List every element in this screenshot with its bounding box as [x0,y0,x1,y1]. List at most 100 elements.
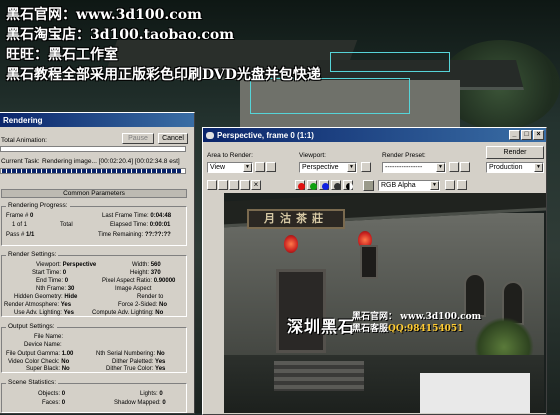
device-name-label: Device Name: [24,342,62,348]
render-frame-titlebar[interactable]: Perspective, frame 0 (1:1) _ □ × [203,128,546,142]
cancel-button[interactable]: Cancel [158,133,188,144]
toggle-ui-icon[interactable] [457,180,467,190]
progress-block [152,169,156,173]
progress-block [112,169,116,173]
display-icon[interactable] [445,180,455,190]
nth-frame-setting: Nth Frame: 30 [36,286,75,292]
channel-select[interactable]: RGB Alpha ▼ [378,180,440,191]
alpha-channel-icon [334,183,341,190]
progress-block [27,169,31,173]
blue-channel-button[interactable] [319,180,329,190]
area-to-render-select[interactable]: View ▼ [207,162,253,173]
rendered-image: 月沽茶莊 深圳黑石 黑石官网： www.3d100.com 黑石客服QQ:984… [224,193,546,413]
objects-stat: Objects: 0 [38,391,66,397]
render-settings-group: Render Settings: Viewport: Perspective W… [1,251,187,317]
render-preset-select[interactable]: ---------------- ▼ [382,162,446,173]
progress-block [37,169,41,173]
end-time-setting: End Time: 0 [36,278,69,284]
progress-block [42,169,46,173]
image-aspect-setting: Image Aspect [115,286,152,292]
scene-statistics-group: Scene Statistics: Objects: 0 Lights: 0 F… [1,379,187,413]
nth-serial-numbering: Nth Serial Numbering: No [96,351,165,357]
edit-region-icon[interactable] [255,162,265,172]
progress-block [147,169,151,173]
teapot-icon [206,131,214,139]
environment-icon[interactable] [460,162,470,172]
rendering-progress-group: Rendering Progress: Frame # 0 1 of 1 Tot… [1,202,187,246]
overlay-line-3: 旺旺：黑石工作室 [6,47,118,63]
progress-block [177,169,181,173]
task-progress-bar [0,168,186,174]
output-settings-group: Output Settings: File Name: Device Name:… [1,323,187,373]
progress-block [122,169,126,173]
watermark-cn: 深圳黑石 [287,317,356,336]
green-channel-icon [310,183,317,190]
blue-channel-icon [322,183,329,190]
progress-block [97,169,101,173]
color-swatch[interactable] [363,180,374,191]
red-channel-icon [298,183,305,190]
shop-sign: 月沽茶莊 [247,209,345,229]
progress-block [77,169,81,173]
mono-icon [346,183,353,190]
render-frame-window: Perspective, frame 0 (1:1) _ □ × Area to… [202,127,547,415]
frame-number: Frame # 0 [6,213,34,219]
pause-button[interactable]: Pause [122,133,154,144]
maximize-button[interactable]: □ [521,130,532,140]
start-time-setting: Start Time: 0 [32,270,67,276]
chevron-down-icon: ▼ [243,163,252,172]
progress-block [127,169,131,173]
mono-channel-button[interactable] [343,180,353,190]
auto-region-icon[interactable] [266,162,276,172]
window-title: Perspective, frame 0 (1:1) [217,130,314,140]
render-atmosphere-setting: Render Atmosphere: Yes [4,302,72,308]
clear-icon[interactable]: × [251,180,261,190]
lights-stat: Lights: 0 [140,391,163,397]
force-2sided-setting: Force 2-Sided: No [118,302,168,308]
print-icon[interactable] [240,180,250,190]
dither-true-color: Dither True Color: Yes [106,366,166,372]
overlay-line-2: 黑石淘宝店：3d100.taobao.com [6,27,235,43]
viewport-label: Viewport: [299,152,326,159]
progress-block [17,169,21,173]
group-title: Output Settings: [6,323,57,330]
watermark-qq: 黑石客服QQ:984154051 [352,324,464,334]
render-setup-icon[interactable] [449,162,459,172]
viewport-select[interactable]: Perspective ▼ [299,162,357,173]
door [276,269,326,353]
file-output-gamma: File Output Gamma: 1.00 [6,351,74,357]
rollout-title: Common Parameters [63,190,125,197]
render-button[interactable]: Render [486,146,544,159]
elapsed-time: Elapsed Time: 0:00:01 [110,222,171,228]
progress-block [107,169,111,173]
progress-block [22,169,26,173]
compute-adv-lighting-setting: Compute Adv. Lighting: No [92,310,164,316]
group-title: Scene Statistics: [6,379,59,386]
progress-block [162,169,166,173]
clone-icon[interactable] [229,180,239,190]
chevron-down-icon: ▼ [430,181,439,190]
viewport-setting: Viewport: Perspective [36,262,97,268]
copy-icon[interactable] [218,180,228,190]
chevron-down-icon: ▼ [347,163,356,172]
minimize-button[interactable]: _ [509,130,520,140]
save-icon[interactable] [207,180,217,190]
hidden-geometry-setting: Hidden Geometry: Hide [14,294,78,300]
close-button[interactable]: × [533,130,544,140]
rendering-titlebar[interactable]: Rendering [0,113,194,127]
progress-block [72,169,76,173]
progress-block [57,169,61,173]
progress-block [87,169,91,173]
common-params-rollout[interactable]: Common Parameters [1,189,187,198]
green-channel-button[interactable] [307,180,317,190]
time-remaining: Time Remaining: ??:??:?? [98,232,171,238]
production-select[interactable]: Production ▼ [486,162,544,173]
progress-block [82,169,86,173]
alpha-channel-button[interactable] [331,180,341,190]
progress-block [62,169,66,173]
total-animation-label: Total Animation: [1,137,47,144]
red-channel-button[interactable] [295,180,305,190]
render-to-setting: Render to [137,294,164,300]
pixel-aspect-setting: Pixel Aspect Ratio: 0.90000 [102,278,176,284]
lock-icon[interactable] [361,162,371,172]
